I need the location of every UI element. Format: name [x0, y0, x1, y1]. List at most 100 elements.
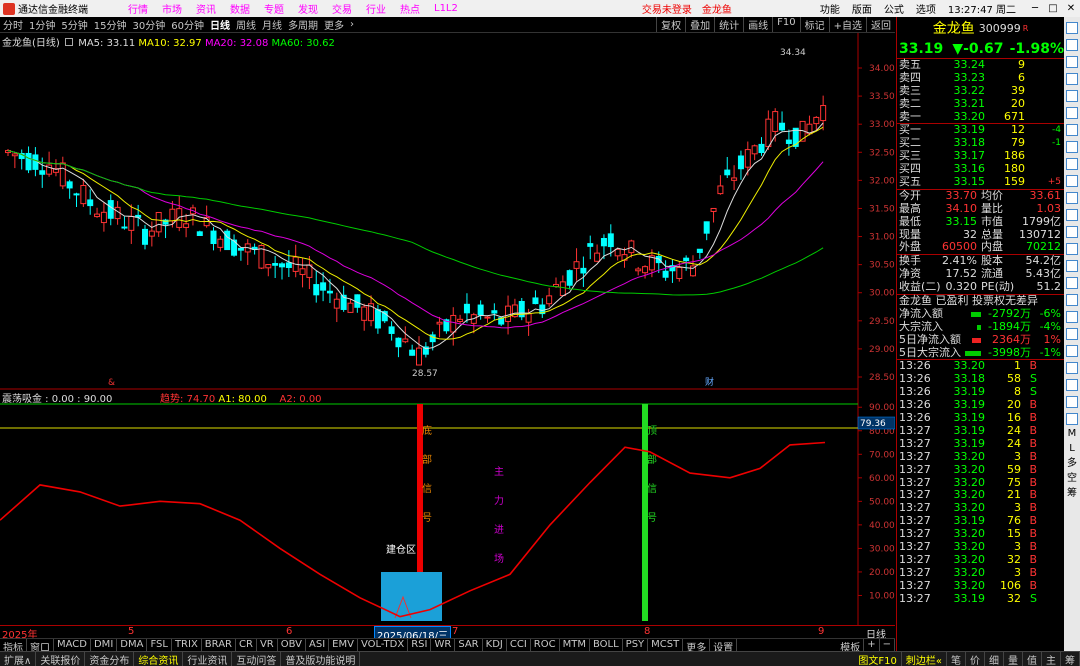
- tool-icon[interactable]: [1066, 124, 1078, 136]
- tool-icon[interactable]: [1066, 141, 1078, 153]
- menu-formula[interactable]: 公式: [884, 1, 904, 16]
- tab-fsl[interactable]: FSL: [147, 639, 172, 651]
- sidebar-toggle[interactable]: 刺边栏«: [902, 651, 947, 666]
- qa-tab[interactable]: 互动问答: [232, 651, 282, 666]
- tool-icon[interactable]: [1066, 158, 1078, 170]
- tab-main[interactable]: 主: [1042, 651, 1061, 666]
- tab-settings[interactable]: 设置: [710, 639, 738, 654]
- menu-item-discover[interactable]: 发现: [298, 1, 318, 16]
- period-week[interactable]: 周线: [233, 17, 259, 32]
- trade-login-warning[interactable]: 交易未登录: [642, 1, 692, 16]
- tool-icon[interactable]: [1066, 345, 1078, 357]
- menu-options[interactable]: 选项: [916, 1, 936, 16]
- menu-layout[interactable]: 版面: [852, 1, 872, 16]
- bid-row[interactable]: 买五 33.15 159 +5: [897, 175, 1064, 189]
- tool-icon[interactable]: [1066, 413, 1078, 425]
- tool-icon[interactable]: [1066, 226, 1078, 238]
- tab-cci[interactable]: CCI: [507, 639, 531, 651]
- add-watchlist-button[interactable]: +自选: [828, 17, 866, 32]
- ask-row[interactable]: 卖四 33.23 6: [897, 71, 1064, 85]
- tab-obv[interactable]: OBV: [278, 639, 306, 651]
- maximize-button[interactable]: □: [1044, 3, 1062, 14]
- tool-icon[interactable]: [1066, 328, 1078, 340]
- tab-window[interactable]: 窗口: [27, 639, 54, 654]
- period-30min[interactable]: 30分钟: [129, 17, 168, 32]
- tool-icon[interactable]: [1066, 209, 1078, 221]
- tab-brar[interactable]: BRAR: [202, 639, 236, 651]
- tab-volume[interactable]: 量: [1004, 651, 1023, 666]
- kline-chart[interactable]: 34.00 33.50 33.00 32.50 32.00 31.50 31.00 30.50…: [0, 33, 895, 390]
- chevron-right-icon[interactable]: ›: [347, 19, 357, 30]
- tab-emv[interactable]: EMV: [329, 639, 358, 651]
- side-tool-text[interactable]: M: [1068, 427, 1077, 440]
- tool-icon[interactable]: [1066, 39, 1078, 51]
- period-60min[interactable]: 60分钟: [168, 17, 207, 32]
- menu-item-market[interactable]: 行情: [128, 1, 148, 16]
- stats-button[interactable]: 统计: [714, 17, 743, 32]
- draw-button[interactable]: 画线: [743, 17, 772, 32]
- tab-mtm[interactable]: MTM: [560, 639, 590, 651]
- tool-icon[interactable]: [1066, 73, 1078, 85]
- indicator-chart[interactable]: 90.0080.0070.0060.0050.0040.0030.0020.00…: [0, 389, 895, 629]
- period-5min[interactable]: 5分钟: [58, 17, 90, 32]
- tool-icon[interactable]: [1066, 56, 1078, 68]
- tab-trix[interactable]: TRIX: [172, 639, 202, 651]
- tool-icon[interactable]: [1066, 22, 1078, 34]
- menu-item-topics[interactable]: 专题: [264, 1, 284, 16]
- tab-more[interactable]: 更多: [683, 639, 711, 654]
- period-day[interactable]: 日线: [207, 17, 233, 32]
- ask-row[interactable]: 卖三 33.22 39: [897, 84, 1064, 98]
- period-more[interactable]: 更多: [321, 17, 347, 32]
- related-quote-tab[interactable]: 关联报价: [36, 651, 86, 666]
- tool-icon[interactable]: [1066, 107, 1078, 119]
- period-1min[interactable]: 1分钟: [26, 17, 58, 32]
- tab-rsi[interactable]: RSI: [408, 639, 432, 651]
- fund-distribution-tab[interactable]: 资金分布: [85, 651, 135, 666]
- menu-item-industry[interactable]: 行业: [366, 1, 386, 16]
- expand-button[interactable]: 扩展∧: [0, 651, 37, 666]
- menu-item-market-list[interactable]: 市场: [162, 1, 182, 16]
- event-marker[interactable]: &: [108, 378, 115, 388]
- mark-button[interactable]: 标记: [799, 17, 829, 32]
- back-button[interactable]: 返回: [866, 17, 895, 32]
- tab-dma[interactable]: DMA: [117, 639, 148, 651]
- tool-icon[interactable]: [1066, 260, 1078, 272]
- tab-wr[interactable]: WR: [431, 639, 456, 651]
- indicator-name[interactable]: 震荡吸金 : 0.00 : 90.00: [2, 394, 112, 405]
- tab-chips[interactable]: 筹: [1061, 651, 1080, 666]
- tool-icon[interactable]: [1066, 311, 1078, 323]
- tab-sar[interactable]: SAR: [455, 639, 483, 651]
- f10-text-tab[interactable]: 图文F10: [854, 651, 902, 666]
- template-button[interactable]: 模板: [837, 639, 865, 654]
- zoom-in-button[interactable]: +: [864, 639, 880, 651]
- tab-price[interactable]: 价: [966, 651, 985, 666]
- tool-icon[interactable]: [1066, 294, 1078, 306]
- tab-indicator[interactable]: 指标: [0, 639, 27, 654]
- tab-macd[interactable]: MACD: [54, 639, 91, 651]
- help-tab[interactable]: 普及版功能说明: [281, 651, 361, 666]
- tab-dmi[interactable]: DMI: [91, 639, 118, 651]
- tab-vol-tdx[interactable]: VOL-TDX: [358, 639, 409, 651]
- menu-item-hot[interactable]: 热点: [400, 1, 420, 16]
- tab-kdj[interactable]: KDJ: [483, 639, 507, 651]
- tab-mcst[interactable]: MCST: [648, 639, 684, 651]
- tool-icon[interactable]: [1066, 396, 1078, 408]
- tab-tick[interactable]: 笔: [947, 651, 966, 666]
- tab-roc[interactable]: ROC: [531, 639, 560, 651]
- period-intraday[interactable]: 分时: [0, 17, 26, 32]
- tab-cr[interactable]: CR: [236, 639, 257, 651]
- ask-row[interactable]: 卖二 33.21 20: [897, 97, 1064, 111]
- tab-asi[interactable]: ASI: [306, 639, 330, 651]
- f10-button[interactable]: F10: [772, 17, 799, 32]
- menu-item-trade[interactable]: 交易: [332, 1, 352, 16]
- menu-item-news[interactable]: 资讯: [196, 1, 216, 16]
- tool-icon[interactable]: [1066, 175, 1078, 187]
- menu-item-l1l2[interactable]: L1L2: [434, 3, 458, 14]
- zoom-out-button[interactable]: −: [880, 639, 895, 651]
- finance-marker[interactable]: 财: [705, 376, 714, 388]
- tab-boll[interactable]: BOLL: [590, 639, 623, 651]
- tool-icon[interactable]: [1066, 362, 1078, 374]
- tool-icon[interactable]: [1066, 192, 1078, 204]
- adjust-button[interactable]: 复权: [656, 17, 685, 32]
- tab-vr[interactable]: VR: [257, 639, 278, 651]
